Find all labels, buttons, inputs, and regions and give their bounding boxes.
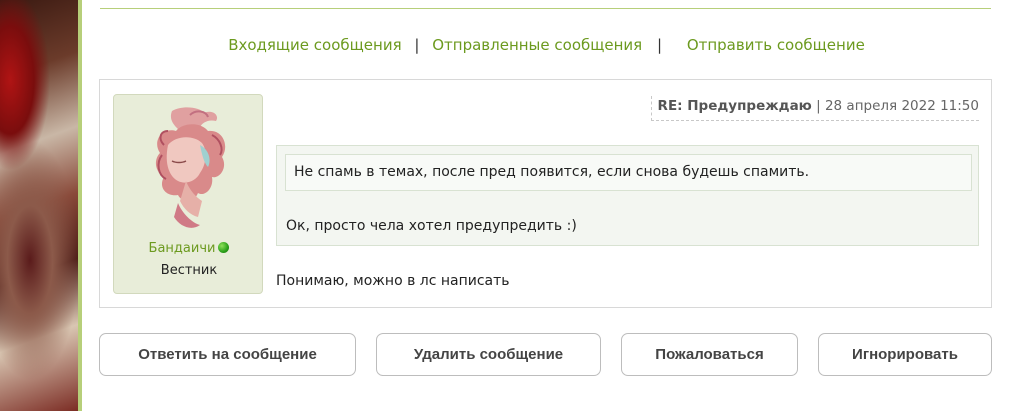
nav-separator: | (656, 36, 663, 54)
meta-separator: | (811, 98, 825, 114)
nav-separator: | (414, 36, 420, 54)
sent-link[interactable]: Отправленные сообщения (432, 36, 642, 54)
author-name-link[interactable]: Бандаичи (149, 241, 216, 256)
message-container: Бандаичи Вестник RE: Предупреждаю | 28 а… (99, 79, 992, 308)
pm-navigation: Входящие сообщения | Отправленные сообще… (82, 36, 1011, 54)
inbox-link[interactable]: Входящие сообщения (228, 36, 401, 54)
quote-reply-text: Ок, просто чела хотел предупредить :) (286, 218, 577, 234)
delete-button[interactable]: Удалить сообщение (376, 333, 601, 376)
author-card: Бандаичи Вестник (113, 94, 263, 294)
background-artwork (0, 0, 82, 411)
message-panel: Входящие сообщения | Отправленные сообще… (82, 0, 1011, 411)
top-divider (100, 8, 991, 9)
avatar[interactable] (142, 105, 237, 235)
message-meta: RE: Предупреждаю | 28 апреля 2022 11:50 (650, 96, 979, 121)
ignore-button[interactable]: Игнорировать (818, 333, 992, 376)
message-subject: RE: Предупреждаю (657, 98, 812, 114)
report-button[interactable]: Пожаловаться (621, 333, 798, 376)
quote-block: Не спамь в темах, после пред появится, е… (276, 145, 979, 246)
reply-button[interactable]: Ответить на сообщение (99, 333, 356, 376)
nested-quote: Не спамь в темах, после пред появится, е… (285, 154, 972, 191)
send-message-link[interactable]: Отправить сообщение (687, 36, 865, 54)
message-date: 28 апреля 2022 11:50 (824, 98, 979, 114)
author-rank: Вестник (160, 263, 218, 278)
author-name: Бандаичи (114, 241, 264, 256)
message-body: Понимаю, можно в лс написать (276, 273, 510, 289)
online-status-icon (218, 242, 230, 253)
